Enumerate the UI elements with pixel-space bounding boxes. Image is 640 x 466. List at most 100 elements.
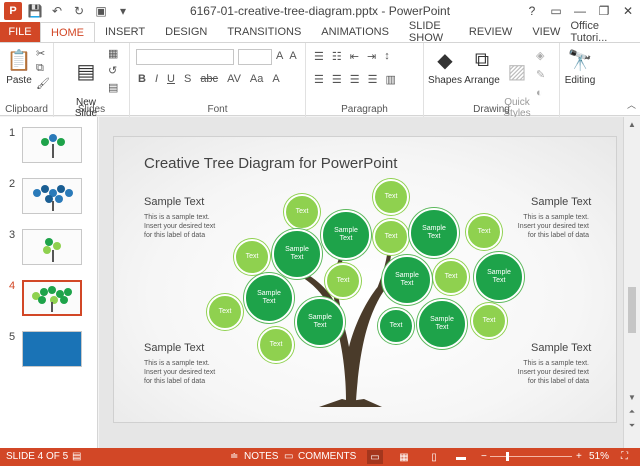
tab-home[interactable]: HOME [40, 22, 95, 42]
align-left-icon[interactable]: ☰ [314, 73, 324, 86]
vertical-scrollbar[interactable]: ▲ ▼ ⏶ ⏷ [623, 117, 640, 448]
thumbnail-slide-5[interactable]: 5 [0, 331, 98, 373]
tab-slide-show[interactable]: SLIDE SHOW [399, 20, 459, 44]
strikethrough-icon[interactable]: abc [200, 73, 218, 85]
minimize-button[interactable]: — [568, 0, 592, 22]
tab-animations[interactable]: ANIMATIONS [311, 22, 399, 42]
italic-icon[interactable]: I [155, 73, 158, 85]
zoom-slider[interactable] [490, 456, 572, 457]
zoom-level[interactable]: 51% [589, 451, 609, 462]
tree-bubble-small[interactable]: Text [234, 239, 270, 275]
font-size-input[interactable] [238, 49, 272, 65]
help-button[interactable]: ? [520, 0, 544, 22]
tab-file[interactable]: FILE [0, 22, 40, 42]
tree-bubble-small[interactable]: Text [466, 214, 502, 250]
tree-bubble-small[interactable]: Text [373, 219, 409, 255]
char-spacing-icon[interactable]: AV [227, 73, 241, 85]
tree-bubble-large[interactable]: Sample Text [417, 299, 467, 349]
scroll-up-icon[interactable]: ▲ [627, 120, 637, 129]
change-case-icon[interactable]: Aa [250, 73, 263, 85]
tab-transitions[interactable]: TRANSITIONS [217, 22, 311, 42]
notes-icon[interactable]: ≐ [230, 451, 238, 462]
thumbnail-slide-2[interactable]: 2 [0, 178, 98, 220]
tab-review[interactable]: REVIEW [459, 22, 522, 42]
thumbnail-slide-4[interactable]: 4 [0, 280, 98, 322]
paste-button[interactable]: 📋 Paste [4, 47, 34, 87]
scrollbar-thumb[interactable] [628, 287, 636, 333]
normal-view-icon[interactable]: ▭ [367, 450, 383, 464]
tree-bubble-small[interactable]: Text [284, 194, 320, 230]
shadow-icon[interactable]: S [184, 73, 191, 85]
zoom-in-button[interactable]: + [576, 451, 582, 462]
fit-slide-icon[interactable]: ⛶ [621, 451, 628, 462]
tree-bubble-small-dark[interactable]: Text [378, 308, 414, 344]
tree-bubble-large[interactable]: Sample Text [321, 210, 371, 260]
scroll-down-icon[interactable]: ▼ [627, 393, 637, 402]
font-name-input[interactable] [136, 49, 234, 65]
tree-bubble-large[interactable]: Sample Text [244, 273, 294, 323]
increase-indent-icon[interactable]: ⇥ [367, 50, 376, 63]
spelling-check-icon[interactable]: ▤ [72, 451, 81, 462]
align-center-icon[interactable]: ☰ [332, 73, 342, 86]
tree-bubble-large[interactable]: Sample Text [272, 229, 322, 279]
tab-insert[interactable]: INSERT [95, 22, 155, 42]
zoom-slider-handle[interactable] [506, 452, 509, 461]
comments-button[interactable]: COMMENTS [298, 451, 356, 462]
line-spacing-icon[interactable]: ↕ [384, 50, 390, 63]
align-right-icon[interactable]: ☰ [350, 73, 360, 86]
font-color-icon[interactable]: A [272, 73, 279, 85]
tree-bubble-small[interactable]: Text [373, 179, 409, 215]
tree-bubble-small[interactable]: Text [207, 294, 243, 330]
copy-icon[interactable]: ⧉ [36, 62, 50, 75]
current-slide[interactable]: Creative Tree Diagram for PowerPoint Sam… [113, 136, 617, 423]
layout-icon[interactable]: ▦ [108, 47, 118, 60]
comments-icon[interactable]: ▭ [284, 451, 293, 462]
numbering-icon[interactable]: ☷ [332, 50, 342, 63]
cut-icon[interactable]: ✂ [36, 47, 50, 60]
tree-bubble-large[interactable]: Sample Text [409, 208, 459, 258]
tree-bubble-small[interactable]: Text [433, 259, 469, 295]
shape-outline-icon[interactable]: ✎ [536, 68, 545, 81]
reading-view-icon[interactable]: ▯ [426, 450, 442, 464]
tab-view[interactable]: VIEW [522, 22, 570, 42]
thumbnail-slide-1[interactable]: 1 [0, 127, 98, 169]
tab-design[interactable]: DESIGN [155, 22, 217, 42]
increase-font-icon[interactable]: A [276, 50, 283, 62]
justify-icon[interactable]: ☰ [368, 73, 378, 86]
bullets-icon[interactable]: ☰ [314, 50, 324, 63]
tree-bubble-small[interactable]: Text [258, 327, 294, 363]
shape-fill-icon[interactable]: ◈ [536, 49, 545, 62]
next-slide-icon[interactable]: ⏷ [627, 421, 637, 431]
zoom-out-button[interactable]: − [481, 451, 487, 462]
tree-bubble-small[interactable]: Text [471, 303, 507, 339]
format-painter-icon[interactable]: 🖌 [36, 77, 50, 90]
thumbnail-slide-3[interactable]: 3 [0, 229, 98, 271]
decrease-indent-icon[interactable]: ⇤ [350, 50, 359, 63]
ribbon-display-icon[interactable]: ▭ [544, 0, 568, 22]
slide-sorter-icon[interactable]: ▦ [396, 450, 412, 464]
user-account[interactable]: Office Tutori... [570, 20, 640, 44]
reset-icon[interactable]: ↺ [108, 64, 118, 77]
notes-button[interactable]: NOTES [244, 451, 278, 462]
columns-icon[interactable]: ▥ [386, 73, 396, 86]
tree-bubble-large[interactable]: Sample Text [295, 297, 345, 347]
underline-icon[interactable]: U [167, 73, 175, 85]
arrange-button[interactable]: ⧉ Arrange [464, 47, 500, 87]
shape-effects-icon[interactable]: ◐ [536, 87, 545, 99]
find-icon: 🔭 [567, 49, 593, 72]
close-button[interactable]: ✕ [616, 0, 640, 22]
restore-button[interactable]: ❐ [592, 0, 616, 22]
slide-show-icon[interactable]: ▬ [453, 450, 469, 464]
tree-bubble-large[interactable]: Sample Text [382, 255, 432, 305]
slides-group: ▤ New Slide ▦ ↺ ▤ Slides [54, 43, 130, 119]
editing-button[interactable]: 🔭 Editing [562, 47, 598, 87]
previous-slide-icon[interactable]: ⏶ [627, 407, 637, 417]
tree-bubble-large[interactable]: Sample Text [474, 252, 524, 302]
tree-bubble-small[interactable]: Text [325, 263, 361, 299]
powerpoint-window: P 💾 ↶ ↻ ▣ ▾ 6167-01-creative-tree-diagra… [0, 0, 640, 466]
collapse-ribbon-icon[interactable]: ︿ [627, 98, 636, 111]
section-icon[interactable]: ▤ [108, 81, 118, 94]
bold-icon[interactable]: B [138, 73, 146, 85]
decrease-font-icon[interactable]: A [289, 50, 296, 62]
shapes-button[interactable]: ◆ Shapes [428, 47, 462, 87]
